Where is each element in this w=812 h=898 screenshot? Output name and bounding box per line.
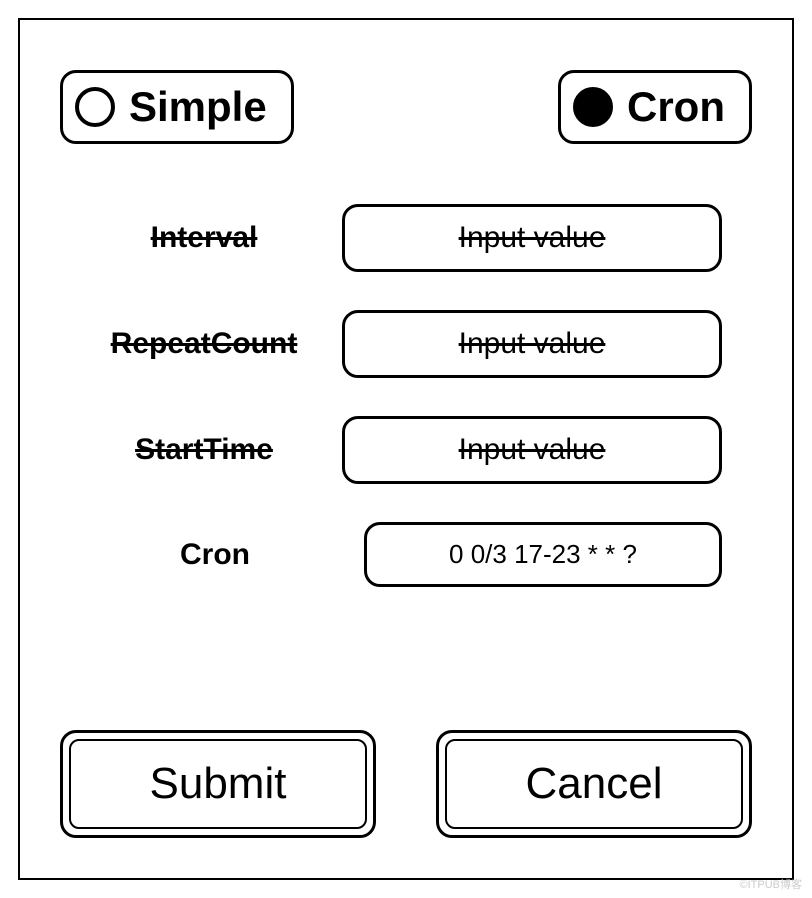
fields-container: Interval RepeatCount StartTime Cron: [60, 204, 752, 587]
field-repeat-count: RepeatCount: [90, 310, 722, 378]
radio-row: Simple Cron: [60, 70, 752, 144]
radio-circle-icon: [75, 87, 115, 127]
radio-cron[interactable]: Cron: [558, 70, 752, 144]
cancel-button-label: Cancel: [445, 739, 743, 829]
field-cron: Cron: [90, 522, 722, 587]
cancel-button[interactable]: Cancel: [436, 730, 752, 838]
repeat-count-label: RepeatCount: [90, 327, 318, 361]
submit-button[interactable]: Submit: [60, 730, 376, 838]
start-time-input[interactable]: [342, 416, 722, 484]
watermark: ©ITPUB博客: [740, 876, 803, 892]
start-time-label: StartTime: [90, 433, 318, 467]
button-row: Submit Cancel: [60, 730, 752, 838]
radio-simple[interactable]: Simple: [60, 70, 294, 144]
repeat-count-input[interactable]: [342, 310, 722, 378]
cron-input[interactable]: [364, 522, 722, 587]
radio-cron-label: Cron: [627, 83, 725, 131]
field-interval: Interval: [90, 204, 722, 272]
form-container: Simple Cron Interval RepeatCount StartTi…: [18, 18, 794, 880]
interval-label: Interval: [90, 221, 318, 255]
interval-input[interactable]: [342, 204, 722, 272]
radio-circle-filled-icon: [573, 87, 613, 127]
cron-label: Cron: [90, 538, 340, 572]
radio-simple-label: Simple: [129, 83, 267, 131]
submit-button-label: Submit: [69, 739, 367, 829]
field-start-time: StartTime: [90, 416, 722, 484]
